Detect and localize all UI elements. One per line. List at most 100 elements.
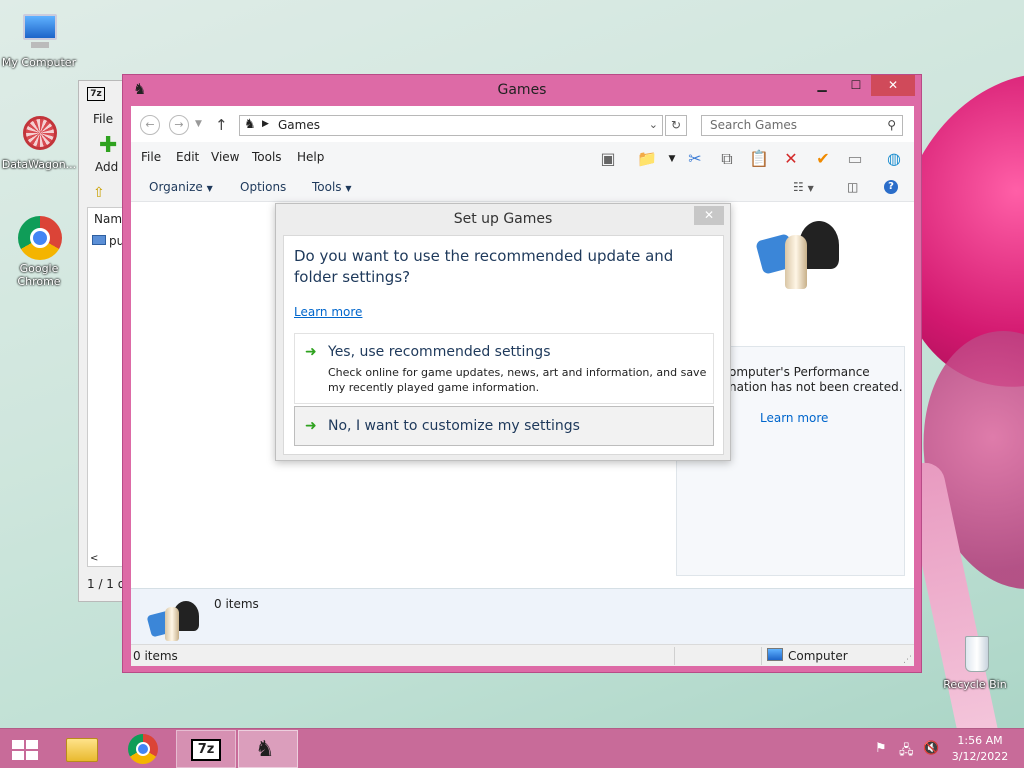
menu-file[interactable]: File <box>93 112 113 126</box>
file-row[interactable]: pu <box>92 234 124 248</box>
datawagon-icon <box>17 112 61 156</box>
chrome-icon <box>17 216 62 260</box>
menu-tools[interactable]: Tools <box>252 150 282 164</box>
refresh-button[interactable]: ↻ <box>665 115 687 136</box>
minimize-button[interactable]: ▁ <box>807 75 837 96</box>
menu-file[interactable]: File <box>141 150 161 164</box>
option-title: Yes, use recommended settings <box>328 344 551 360</box>
folder-options-icon[interactable]: 📁 <box>636 148 658 170</box>
folder-up-icon[interactable]: ⇧ <box>93 185 105 201</box>
desktop-icon-label: Google Chrome <box>17 262 61 288</box>
details-games-icon <box>146 599 201 643</box>
taskbar: 7z ♞ ⚑ 🖧 🔇 1:56 AM 3/12/2022 <box>0 728 1024 768</box>
dialog-close-button[interactable]: ✕ <box>694 206 724 225</box>
7zip-icon: 7z <box>191 739 221 761</box>
menu-bar: File Edit View Tools Help ▣ 📁 ▼ ✂ ⧉ 📋 ✕ … <box>131 142 914 172</box>
up-button[interactable]: ↑ <box>215 116 228 134</box>
dialog-content: Do you want to use the recommended updat… <box>283 235 724 455</box>
info-text-line: omputer's Performance <box>729 365 870 379</box>
dialog-question: Do you want to use the recommended updat… <box>294 247 674 286</box>
close-button[interactable]: ✕ <box>871 75 915 96</box>
desktop-icon-label: DataWagon... <box>1 158 77 171</box>
maximize-button[interactable]: ☐ <box>841 75 871 96</box>
recycle-bin-icon <box>953 632 997 676</box>
delete-icon[interactable]: ✕ <box>780 148 802 170</box>
details-pane: 0 items <box>131 588 914 648</box>
address-dropdown-icon[interactable]: ⌄ <box>649 118 658 131</box>
recent-locations-dropdown[interactable]: ▼ <box>195 119 202 129</box>
options-button[interactable]: Options <box>240 180 286 194</box>
paste-icon[interactable]: 📋 <box>748 148 770 170</box>
desktop-icon-recycle-bin[interactable]: Recycle Bin <box>936 632 1014 691</box>
dialog-title: Set up Games <box>453 211 553 227</box>
status-text: 1 / 1 o <box>87 577 126 591</box>
search-icon[interactable]: ⚲ <box>887 116 896 135</box>
start-button[interactable] <box>0 730 48 768</box>
menu-edit[interactable]: Edit <box>176 150 199 164</box>
network-icon[interactable]: 🖧 <box>899 741 914 763</box>
green-arrow-icon: ➜ <box>305 344 317 360</box>
clock[interactable]: 1:56 AM 3/12/2022 <box>950 733 1010 765</box>
info-text-line: nation has not been created. <box>729 380 903 394</box>
7zip-logo-icon: 7z <box>87 87 105 101</box>
setup-games-dialog[interactable]: Set up Games ✕ Do you want to use the re… <box>275 203 731 461</box>
search-input[interactable]: Search Games ⚲ <box>701 115 903 136</box>
cut-icon[interactable]: ✂ <box>684 148 706 170</box>
clock-time: 1:56 AM <box>957 734 1003 747</box>
taskbar-chrome[interactable] <box>114 730 174 768</box>
organize-menu[interactable]: Organize ▼ <box>149 180 213 194</box>
menu-view[interactable]: View <box>211 150 239 164</box>
learn-more-link[interactable]: Learn more <box>760 411 828 425</box>
volume-muted-icon[interactable]: 🔇 <box>923 741 939 756</box>
menu-help[interactable]: Help <box>297 150 324 164</box>
desktop-icon-my-computer[interactable]: My Computer <box>0 10 78 69</box>
desktop-icon-label: Recycle Bin <box>943 678 1007 691</box>
dialog-learn-more-link[interactable]: Learn more <box>294 305 362 319</box>
help-icon[interactable]: ? <box>884 180 898 194</box>
scroll-left-button[interactable]: < <box>90 553 98 564</box>
add-icon: ✚ <box>99 133 118 158</box>
status-item-count: 0 items <box>133 649 178 663</box>
games-logo-icon <box>753 221 843 296</box>
back-button[interactable]: ← <box>140 115 160 135</box>
desktop-icon-google-chrome[interactable]: Google Chrome <box>0 216 78 288</box>
games-icon: ♞ <box>255 737 275 762</box>
clock-date: 3/12/2022 <box>951 750 1009 763</box>
copy-icon[interactable]: ⧉ <box>716 148 738 170</box>
windows-logo-icon <box>12 740 38 760</box>
view-options-icon[interactable]: ☷ ▼ <box>793 180 814 194</box>
breadcrumb-separator-icon: ▶ <box>262 119 269 129</box>
address-bar[interactable]: ♞ ▶ Games ⌄ <box>239 115 663 136</box>
recommended-settings-option[interactable]: ➜ Yes, use recommended settings Check on… <box>294 333 714 404</box>
checkmark-icon[interactable]: ✔ <box>812 148 834 170</box>
breadcrumb-games[interactable]: Games <box>278 118 320 132</box>
chevron-down-icon: ▼ <box>345 184 352 193</box>
preview-pane-icon[interactable]: ▣ <box>597 148 619 170</box>
forward-button[interactable]: → <box>169 115 189 135</box>
preview-pane-toggle-icon[interactable]: ◫ <box>847 180 858 194</box>
resize-grip-icon[interactable]: ⋰ <box>903 655 912 665</box>
address-row: ← → ▼ ↑ ♞ ▶ Games ⌄ ↻ Search Games ⚲ <box>131 112 914 140</box>
add-button[interactable]: Add <box>95 160 118 174</box>
taskbar-games[interactable]: ♞ <box>238 730 298 768</box>
games-location-icon: ♞ <box>244 117 256 132</box>
folder-icon <box>66 738 98 762</box>
desktop-icon-datawagon[interactable]: DataWagon... <box>0 112 78 171</box>
dropdown-arrow-icon[interactable]: ▼ <box>661 148 683 170</box>
file-icon <box>92 235 106 245</box>
desktop-icon-label: My Computer <box>1 56 77 69</box>
taskbar-7zip[interactable]: 7z <box>176 730 236 768</box>
status-bar: 0 items Computer ⋰ <box>131 644 914 666</box>
option-title: No, I want to customize my settings <box>328 418 580 434</box>
games-app-icon: ♞ <box>133 80 147 98</box>
taskbar-file-explorer[interactable] <box>52 730 112 768</box>
title-bar[interactable]: ♞ Games ▁ ☐ ✕ <box>123 75 921 105</box>
customize-settings-option[interactable]: ➜ No, I want to customize my settings <box>294 406 714 446</box>
properties-icon[interactable]: ▭ <box>844 148 866 170</box>
action-center-flag-icon[interactable]: ⚑ <box>875 741 887 756</box>
status-divider <box>761 647 762 665</box>
globe-icon[interactable]: ◍ <box>883 148 905 170</box>
tools-menu[interactable]: Tools ▼ <box>312 180 352 194</box>
green-arrow-icon: ➜ <box>305 418 317 434</box>
background-7zip-window[interactable]: 7z File ✚ Add ⇧ Name pu < 1 / 1 o <box>78 80 129 602</box>
